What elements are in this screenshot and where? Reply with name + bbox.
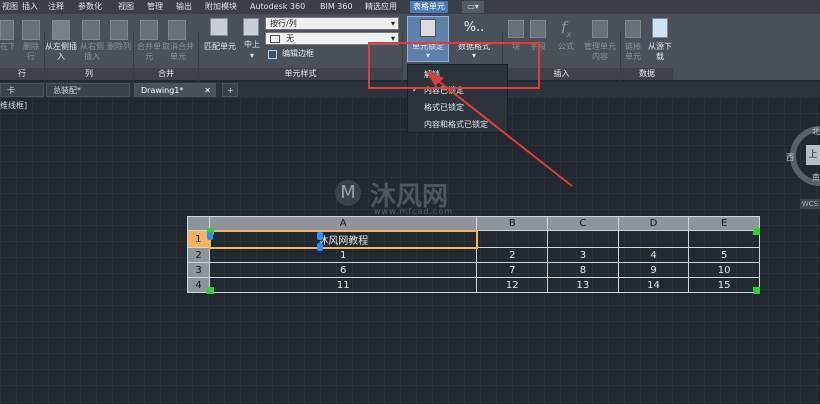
annotation-arrow	[426, 71, 573, 187]
